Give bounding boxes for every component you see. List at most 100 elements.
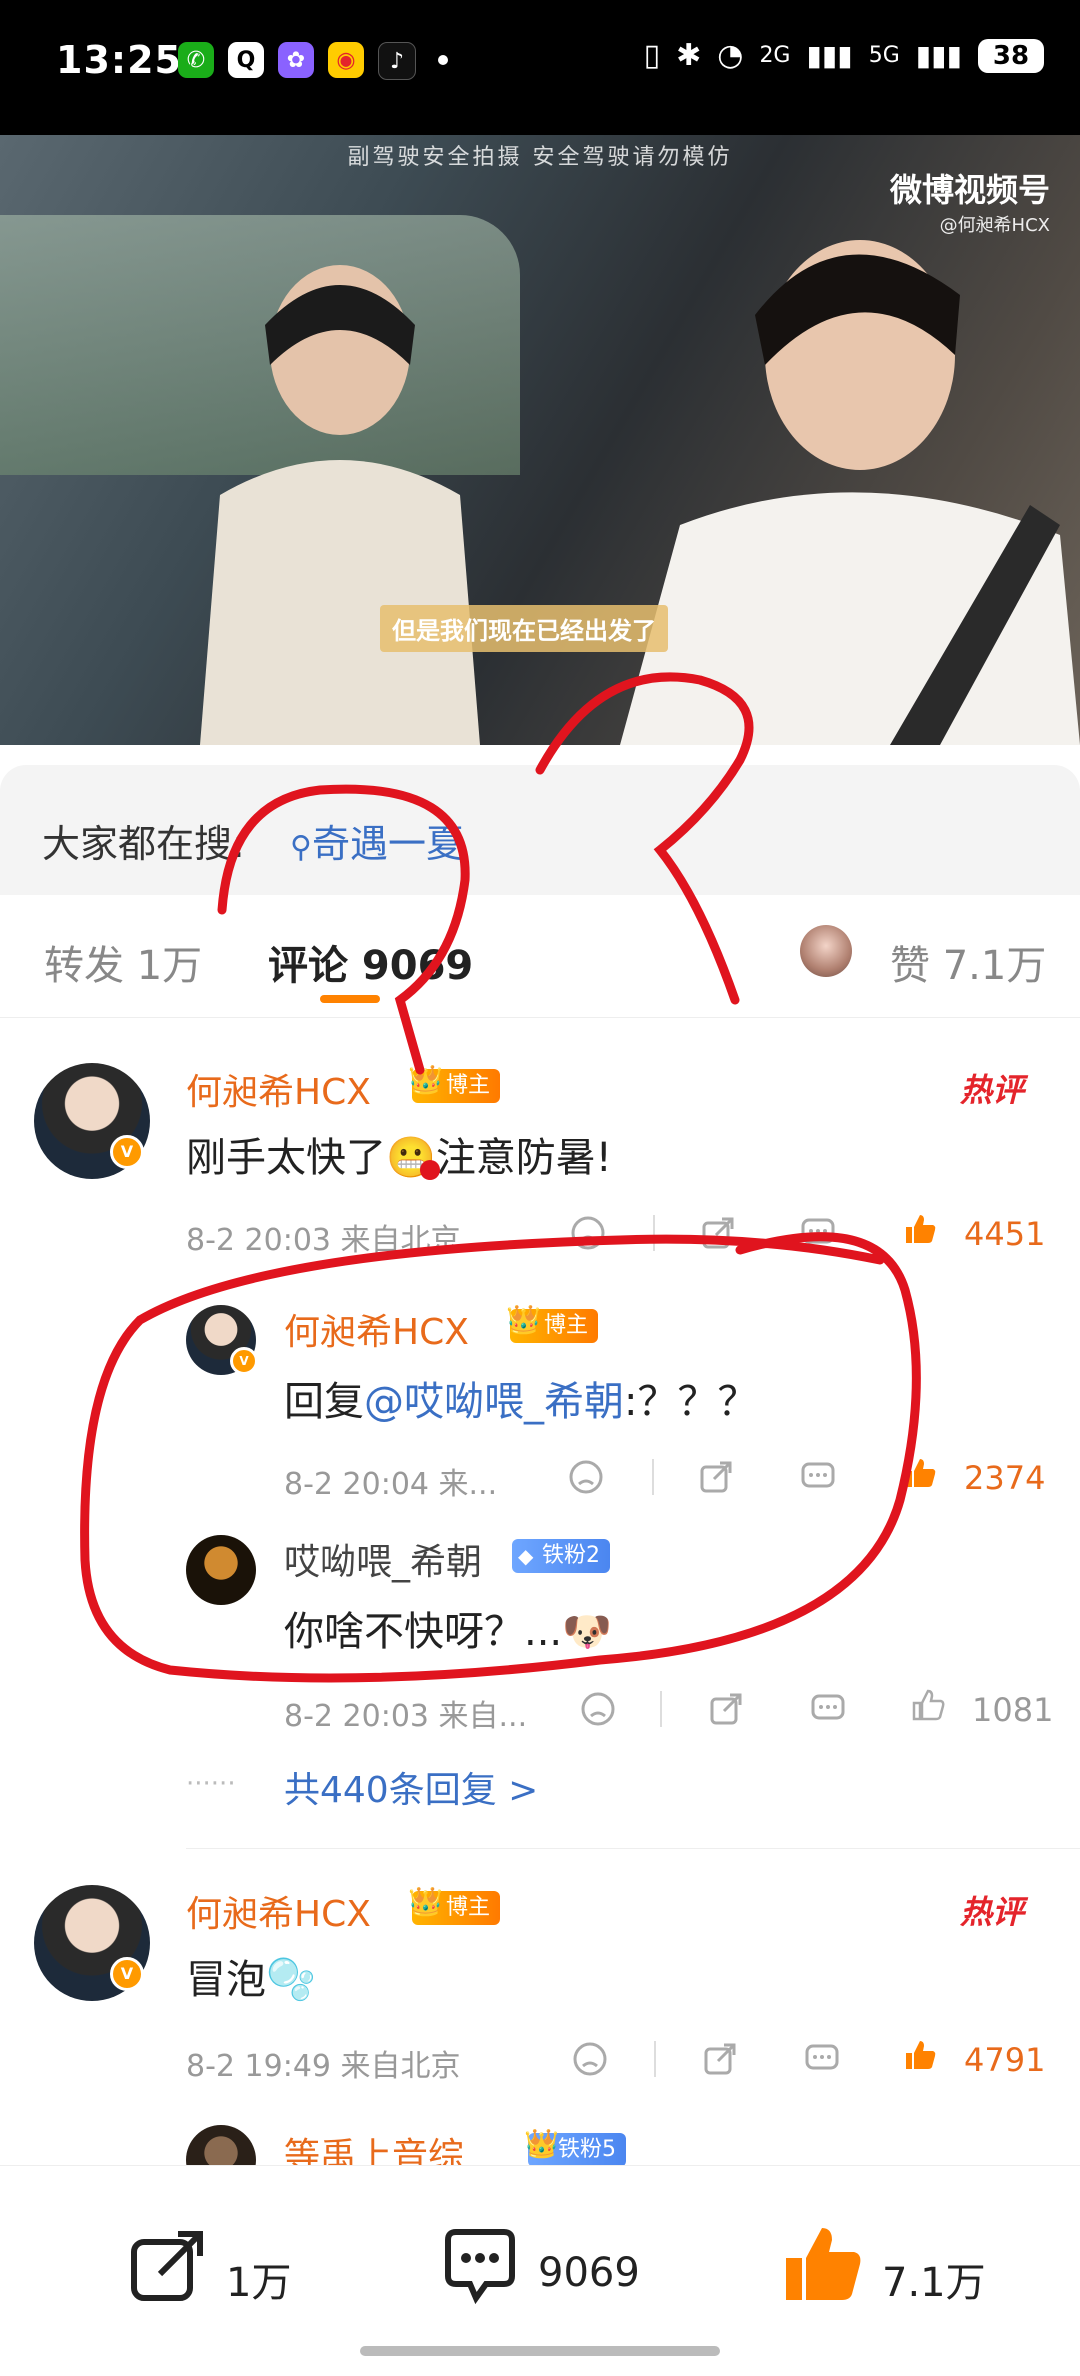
- dislike-icon[interactable]: [570, 1215, 606, 1251]
- reply-username[interactable]: 哎呦喂_希朝: [284, 1533, 482, 1585]
- diamond-icon: ◆: [518, 1544, 534, 1568]
- comment-text: 冒泡🫧: [186, 1947, 316, 2005]
- app-icon: ✿: [278, 42, 314, 78]
- comment-text-b: 注意防暑!: [435, 1135, 612, 1181]
- passenger-figure: [620, 240, 1080, 745]
- dislike-icon[interactable]: [572, 2041, 608, 2077]
- share-icon[interactable]: [698, 1459, 734, 1495]
- like-count: 4791: [964, 2041, 1046, 2079]
- trending-label: 大家都在搜:: [42, 822, 245, 866]
- reply-text: 回复@哎呦喂_希朝:？？？: [284, 1369, 757, 1427]
- driver-figure: [200, 265, 480, 745]
- share-icon[interactable]: [700, 1215, 736, 1251]
- divider: [654, 2041, 656, 2077]
- like-count: 4451: [964, 1215, 1046, 1253]
- like-icon[interactable]: [910, 1687, 946, 1723]
- badge-label: 铁粉2: [542, 1543, 600, 1568]
- comment-icon[interactable]: [440, 2226, 520, 2306]
- share-icon[interactable]: [702, 2041, 738, 2077]
- wifi-icon: ◔: [717, 38, 744, 73]
- tab-bar: 转发 1万 评论 9069 赞 7.1万: [0, 895, 1080, 1018]
- battery-icon: 38: [978, 38, 1044, 73]
- search-icon: ⚲: [290, 830, 312, 865]
- video-watermark: 微博视频号 @何昶希HCX: [890, 165, 1050, 237]
- comment-text-body: 冒泡: [186, 1957, 266, 2003]
- comment-username[interactable]: 何昶希HCX: [186, 1063, 371, 1115]
- signal-icon: ▮▮▮: [806, 39, 853, 72]
- tab-likes[interactable]: 赞 7.1万: [890, 933, 1046, 991]
- repost-count[interactable]: 1万: [226, 2250, 291, 2308]
- status-indicators: ▯ ✱ ◔ 2G ▮▮▮ 5G ▮▮▮ 38: [644, 38, 1044, 73]
- comment-count[interactable]: 9069: [538, 2250, 640, 2296]
- watermark-user: @何昶希HCX: [939, 215, 1050, 236]
- status-time: 13:25: [56, 38, 182, 82]
- comment-icon[interactable]: [800, 1459, 836, 1495]
- crown-icon: 👑: [524, 2127, 559, 2160]
- doge-emoji: 🐶: [562, 1609, 612, 1655]
- trending-query[interactable]: ⚲奇遇一夏: [290, 813, 464, 868]
- crown-icon: 👑: [408, 1063, 443, 1096]
- share-icon[interactable]: [708, 1691, 744, 1727]
- divider: [652, 1459, 654, 1495]
- badge-label: 博主: [446, 1073, 491, 1098]
- bluetooth-icon: ✱: [676, 38, 702, 73]
- reply-text-body: 你啥不快呀？...: [284, 1609, 563, 1655]
- more-dots: ······: [186, 1769, 236, 1799]
- comments-panel: 大家都在搜: ⚲奇遇一夏 转发 1万 评论 9069 赞 7.1万 V 何昶希H…: [0, 765, 1080, 2376]
- notification-icons: ✆ Q ✿ ◉ ♪: [178, 42, 448, 80]
- crown-icon: 👑: [506, 1303, 541, 1336]
- signal-5g: 5G: [868, 43, 900, 68]
- trending-search-bar[interactable]: 大家都在搜: ⚲奇遇一夏: [0, 765, 1080, 895]
- author-badge: 👑 博主: [408, 1063, 501, 1103]
- badge-label: 铁粉5: [558, 2137, 616, 2162]
- author-badge: 👑 博主: [506, 1303, 599, 1343]
- reply-prefix: 回复: [284, 1379, 364, 1425]
- comment-icon[interactable]: [810, 1691, 846, 1727]
- like-count: 2374: [964, 1459, 1046, 1497]
- like-icon[interactable]: [780, 2222, 864, 2306]
- liker-avatar[interactable]: [800, 925, 852, 977]
- verified-icon: V: [110, 1135, 144, 1169]
- grimace-emoji: 😬: [386, 1135, 436, 1181]
- like-icon[interactable]: [902, 1455, 938, 1491]
- video-subtitle: 但是我们现在已经出发了: [380, 605, 668, 652]
- like-icon[interactable]: [902, 2037, 938, 2073]
- dislike-icon[interactable]: [580, 1691, 616, 1727]
- trending-query-text: 奇遇一夏: [311, 822, 464, 866]
- comment-icon[interactable]: [804, 2041, 840, 2077]
- mention-link[interactable]: @哎呦喂_希朝: [364, 1379, 624, 1425]
- reply-meta: 8-2 20:04 来...: [284, 1467, 498, 1502]
- home-indicator[interactable]: [360, 2346, 720, 2356]
- weibo-icon: ◉: [328, 42, 364, 78]
- comment-icon[interactable]: [800, 1215, 836, 1251]
- qq-icon: Q: [228, 42, 264, 78]
- comment-meta: 8-2 19:49 来自北京: [186, 2049, 461, 2084]
- video-player[interactable]: 副驾驶安全拍摄 安全驾驶请勿模仿 微博视频号 @何昶希HCX 但是我们现在已经出…: [0, 135, 1080, 745]
- reply-username[interactable]: 何昶希HCX: [284, 1303, 469, 1355]
- bubble-emoji: 🫧: [266, 1957, 316, 2003]
- comment-text: 刚手太快了😬注意防暑!: [186, 1125, 612, 1183]
- more-notifications-dot: [438, 55, 448, 65]
- like-icon[interactable]: [902, 1211, 938, 1247]
- reply-avatar[interactable]: [186, 1535, 256, 1605]
- repost-icon[interactable]: [128, 2226, 208, 2306]
- tab-repost[interactable]: 转发 1万: [44, 933, 202, 991]
- badge-label: 博主: [544, 1313, 589, 1338]
- view-all-replies-link[interactable]: 共440条回复 >: [284, 1761, 538, 1813]
- reply-text: 你啥不快呀？...🐶: [284, 1599, 612, 1657]
- dislike-icon[interactable]: [568, 1459, 604, 1495]
- comment-username[interactable]: 何昶希HCX: [186, 1885, 371, 1937]
- status-bar: 13:25 ✆ Q ✿ ◉ ♪ ▯ ✱ ◔ 2G ▮▮▮ 5G ▮▮▮ 38: [0, 0, 1080, 135]
- active-tab-indicator: [320, 995, 380, 1003]
- crown-icon: 👑: [408, 1885, 443, 1918]
- comment-meta: 8-2 20:03 来自北京: [186, 1223, 461, 1258]
- vibrate-icon: ▯: [643, 38, 661, 73]
- comment-text-a: 刚手太快了: [186, 1135, 386, 1181]
- bottom-action-bar: 1万 9069 7.1万: [0, 2165, 1080, 2376]
- fan-badge: 👑 铁粉5: [524, 2127, 626, 2167]
- divider: [653, 1215, 655, 1251]
- tab-comments[interactable]: 评论 9069: [268, 933, 473, 991]
- wechat-icon: ✆: [178, 42, 214, 78]
- divider: [660, 1691, 662, 1727]
- like-count[interactable]: 7.1万: [882, 2250, 986, 2308]
